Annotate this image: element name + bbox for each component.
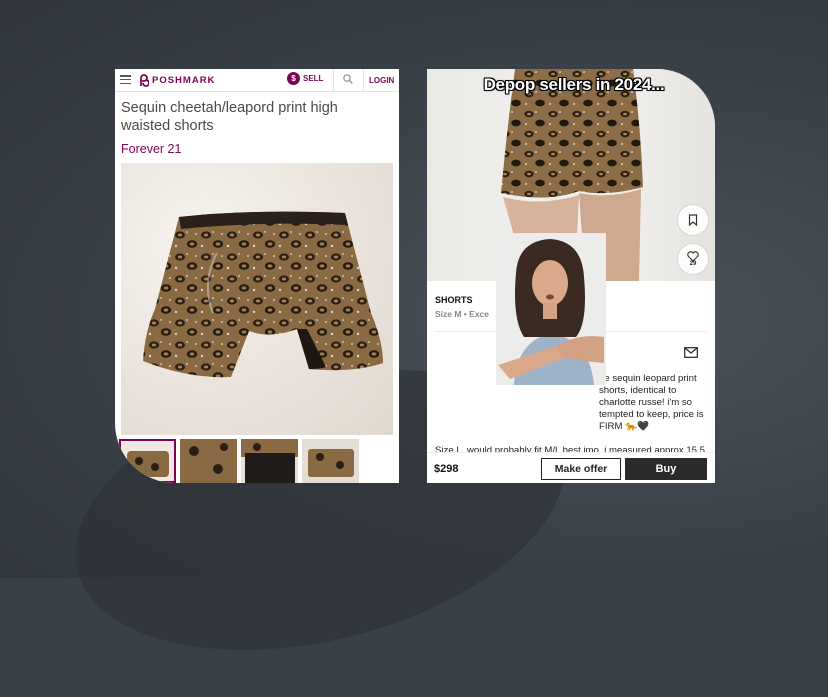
buy-button[interactable]: Buy <box>625 458 707 480</box>
poshmark-logo-icon <box>140 73 149 87</box>
listing-category: SHORTS <box>435 295 473 305</box>
search-icon[interactable] <box>343 74 353 84</box>
save-button[interactable] <box>677 204 709 236</box>
thumbnail[interactable] <box>119 439 176 483</box>
listing-brand[interactable]: Forever 21 <box>121 142 181 156</box>
video-caption: Depop sellers in 2024... <box>483 75 665 94</box>
thumbnail[interactable] <box>302 439 359 483</box>
purchase-bar: $298 Make offer Buy <box>427 452 715 483</box>
thumbnail-strip <box>119 439 363 483</box>
thumbnail[interactable] <box>241 439 298 483</box>
poshmark-logo[interactable]: POSHMARK <box>138 72 215 88</box>
poshmark-wordmark: POSHMARK <box>152 74 216 86</box>
poshmark-header: POSHMARK $ SELL LOGIN <box>115 69 399 92</box>
make-offer-button[interactable]: Make offer <box>541 458 621 480</box>
listing-main-photo[interactable] <box>121 163 393 435</box>
dollar-icon: $ <box>287 72 300 85</box>
bookmark-icon <box>688 214 698 226</box>
sell-label: SELL <box>303 74 324 83</box>
like-button[interactable]: 29 <box>677 243 709 275</box>
menu-icon[interactable] <box>120 75 131 85</box>
creator-video-overlay <box>496 233 606 385</box>
header-divider <box>363 69 364 91</box>
mail-icon[interactable] <box>684 347 698 358</box>
header-divider <box>333 69 334 91</box>
thumbnail[interactable] <box>180 439 237 483</box>
poshmark-listing-card: POSHMARK $ SELL LOGIN Sequin cheetah/lea… <box>115 69 399 483</box>
creator-image <box>496 233 606 385</box>
login-link[interactable]: LOGIN <box>369 76 394 85</box>
like-count: 29 <box>689 261 697 267</box>
listing-price: $298 <box>434 463 459 475</box>
listing-meta: Size M • Exce <box>435 309 490 319</box>
sequin-shorts-image <box>143 211 383 378</box>
listing-title: Sequin cheetah/leapord print high waiste… <box>121 100 338 134</box>
sell-button[interactable]: $ SELL <box>287 72 323 85</box>
